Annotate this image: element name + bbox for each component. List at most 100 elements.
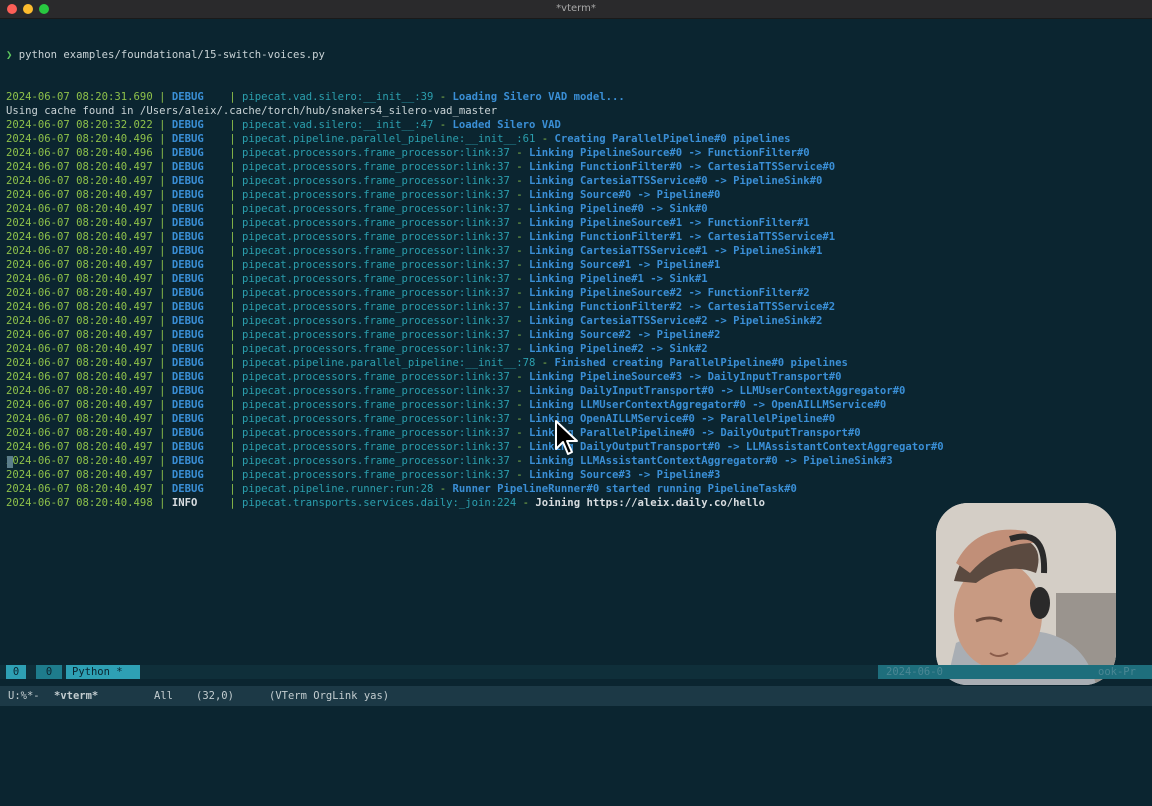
log-separator: | — [152, 245, 172, 257]
log-dash: - — [509, 413, 530, 425]
log-message: Linking PipelineSource#3 -> DailyInputTr… — [529, 371, 842, 383]
window-titlebar: *vterm* — [0, 0, 1152, 19]
window-title: *vterm* — [556, 3, 596, 14]
log-separator: | — [229, 371, 243, 383]
log-timestamp: 2024-06-07 08:20:40.497 — [6, 413, 153, 425]
log-separator: | — [229, 133, 243, 145]
log-dash: - — [509, 371, 530, 383]
log-separator: | — [229, 217, 243, 229]
log-separator: | — [229, 119, 243, 131]
log-level: DEBUG — [171, 161, 230, 173]
log-source: pipecat.processors.frame_processor:link:… — [242, 245, 510, 257]
log-separator: | — [229, 399, 243, 411]
pane-index[interactable]: 0 — [36, 665, 62, 679]
log-level: DEBUG — [171, 133, 230, 145]
log-separator: | — [152, 483, 172, 495]
log-line: 2024-06-07 08:20:40.497 | DEBUG | pipeca… — [6, 230, 1106, 244]
log-line: 2024-06-07 08:20:40.498 | INFO | pipecat… — [6, 496, 1106, 510]
log-source: pipecat.processors.frame_processor:link:… — [242, 189, 510, 201]
log-line: 2024-06-07 08:20:40.497 | DEBUG | pipeca… — [6, 468, 1106, 482]
log-source: pipecat.processors.frame_processor:link:… — [242, 217, 510, 229]
log-dash: - — [535, 133, 555, 145]
log-line: 2024-06-07 08:20:40.497 | DEBUG | pipeca… — [6, 398, 1106, 412]
log-separator: | — [229, 385, 243, 397]
log-dash: - — [509, 287, 530, 299]
log-level: DEBUG — [171, 455, 230, 467]
log-separator: | — [152, 357, 172, 369]
log-dash: - — [509, 399, 530, 411]
log-timestamp: 2024-06-07 08:20:40.497 — [6, 315, 153, 327]
log-timestamp: 2024-06-07 08:20:40.497 — [6, 161, 153, 173]
log-timestamp: 2024-06-07 08:20:40.497 — [6, 441, 153, 453]
log-separator: | — [229, 273, 243, 285]
emacs-modeline: U:%*- *vterm* All (32,0) (VTerm OrgLink … — [0, 686, 1152, 706]
modeline-modes[interactable]: (VTerm OrgLink yas) — [269, 686, 389, 706]
log-source: pipecat.processors.frame_processor:link:… — [242, 175, 510, 187]
log-level: DEBUG — [171, 399, 230, 411]
log-separator: | — [229, 483, 243, 495]
log-source: pipecat.transports.services.daily:_join:… — [242, 497, 517, 509]
modeline-buffer-name[interactable]: *vterm* — [54, 686, 98, 706]
log-source: pipecat.processors.frame_processor:link:… — [242, 469, 510, 481]
log-timestamp: 2024-06-07 08:20:40.497 — [6, 469, 153, 481]
log-separator: | — [152, 273, 172, 285]
log-timestamp: 2024-06-07 08:20:40.497 — [6, 399, 153, 411]
window-index[interactable]: 0 — [6, 665, 26, 679]
log-separator: | — [152, 147, 172, 159]
log-level: DEBUG — [171, 385, 230, 397]
log-separator: | — [229, 357, 243, 369]
log-dash: - — [509, 301, 530, 313]
minibuffer[interactable] — [0, 706, 1152, 720]
log-line: 2024-06-07 08:20:40.497 | DEBUG | pipeca… — [6, 258, 1106, 272]
log-source: pipecat.processors.frame_processor:link:… — [242, 147, 510, 159]
log-message: Linking PipelineSource#2 -> FunctionFilt… — [529, 287, 810, 299]
log-separator: | — [229, 231, 243, 243]
log-line: 2024-06-07 08:20:40.497 | DEBUG | pipeca… — [6, 300, 1106, 314]
log-line: 2024-06-07 08:20:40.497 | DEBUG | pipeca… — [6, 328, 1106, 342]
log-timestamp: 2024-06-07 08:20:40.497 — [6, 371, 153, 383]
log-separator: | — [152, 441, 172, 453]
log-level: DEBUG — [171, 273, 230, 285]
log-level: DEBUG — [171, 329, 230, 341]
log-level: DEBUG — [171, 245, 230, 257]
command-line: ❯ python examples/foundational/15-switch… — [6, 48, 1106, 62]
log-level: DEBUG — [171, 427, 230, 439]
log-message: Linking Pipeline#0 -> Sink#0 — [529, 203, 708, 215]
log-message: Linking FunctionFilter#1 -> CartesiaTTSS… — [529, 231, 836, 243]
log-timestamp: 2024-06-07 08:20:40.496 — [6, 133, 153, 145]
log-level: DEBUG — [171, 469, 230, 481]
log-message: Linking Pipeline#1 -> Sink#1 — [529, 273, 708, 285]
pane-name[interactable]: Python * — [66, 665, 140, 679]
log-level: INFO — [171, 497, 230, 509]
log-dash: - — [509, 427, 530, 439]
log-separator: | — [229, 287, 243, 299]
mouse-pointer-icon — [555, 420, 578, 455]
log-message: Linking CartesiaTTSService#1 -> Pipeline… — [529, 245, 823, 257]
log-level: DEBUG — [171, 343, 230, 355]
log-separator: | — [152, 343, 172, 355]
log-dash: - — [509, 385, 530, 397]
log-source: pipecat.processors.frame_processor:link:… — [242, 203, 510, 215]
log-separator: | — [152, 413, 172, 425]
log-separator: | — [229, 455, 243, 467]
log-dash: - — [509, 161, 530, 173]
log-message: Linking Source#1 -> Pipeline#1 — [529, 259, 721, 271]
log-message: Linking LLMUserContextAggregator#0 -> Op… — [529, 399, 887, 411]
log-message: Linking Pipeline#2 -> Sink#2 — [529, 343, 708, 355]
log-separator: | — [152, 385, 172, 397]
log-separator: | — [229, 203, 243, 215]
log-separator: | — [152, 161, 172, 173]
log-separator: | — [152, 455, 172, 467]
log-line: 2024-06-07 08:20:40.496 | DEBUG | pipeca… — [6, 132, 1106, 146]
log-separator: | — [152, 329, 172, 341]
log-dash: - — [509, 217, 530, 229]
log-line: 2024-06-07 08:20:40.497 | DEBUG | pipeca… — [6, 272, 1106, 286]
log-source: pipecat.vad.silero:__init__:39 — [242, 91, 434, 103]
log-separator: | — [229, 427, 243, 439]
modeline-state: U:%*- — [8, 690, 40, 702]
log-level: DEBUG — [171, 189, 230, 201]
log-source: pipecat.processors.frame_processor:link:… — [242, 315, 510, 327]
log-message: Linking Source#0 -> Pipeline#0 — [529, 189, 721, 201]
log-source: pipecat.processors.frame_processor:link:… — [242, 371, 510, 383]
log-separator: | — [229, 469, 243, 481]
